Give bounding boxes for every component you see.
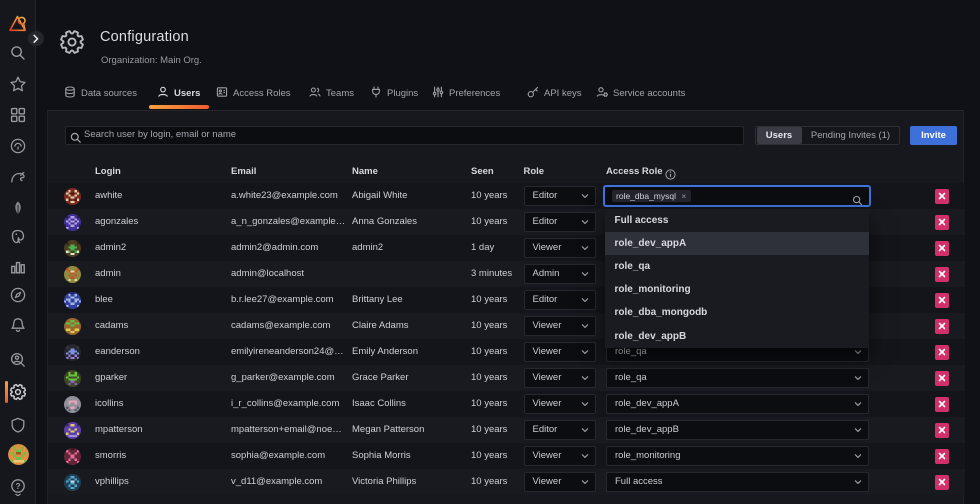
svg-text:?: ? [15, 481, 20, 491]
